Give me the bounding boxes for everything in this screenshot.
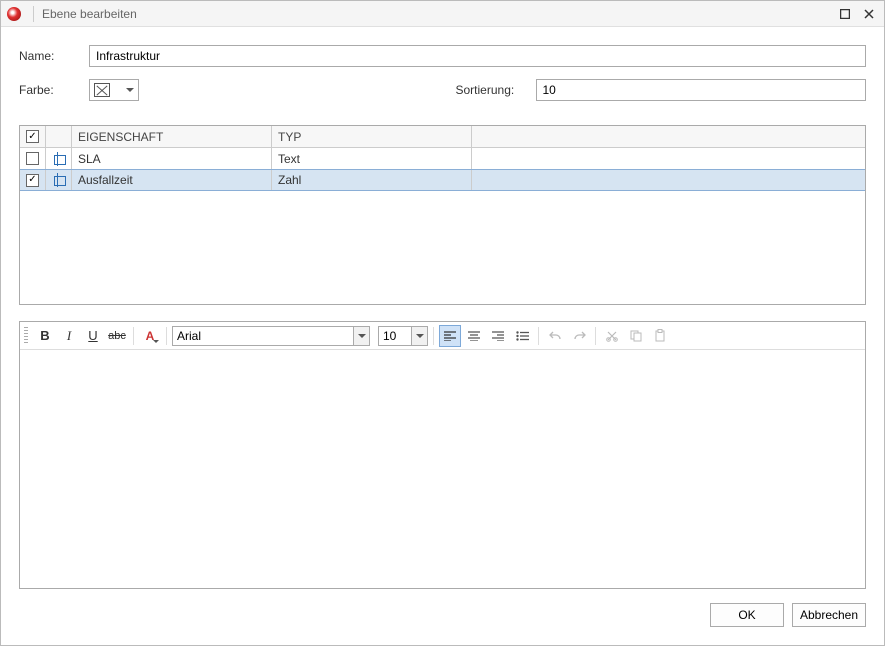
- close-button[interactable]: [860, 5, 878, 23]
- sort-label: Sortierung:: [456, 83, 536, 97]
- sort-input[interactable]: [536, 79, 867, 101]
- align-left-button[interactable]: [439, 325, 461, 347]
- strikethrough-button[interactable]: abc: [106, 325, 128, 347]
- grid-body: SLA Text Ausfallzeit Zahl: [20, 148, 865, 304]
- cancel-button[interactable]: Abbrechen: [792, 603, 866, 627]
- table-row[interactable]: SLA Text: [20, 148, 865, 170]
- align-left-icon: [444, 331, 456, 341]
- chevron-down-icon: [126, 88, 134, 92]
- cut-button[interactable]: [601, 325, 623, 347]
- name-input[interactable]: [89, 45, 866, 67]
- property-icon: [52, 153, 66, 165]
- row-property: Ausfallzeit: [72, 170, 272, 190]
- align-center-icon: [468, 331, 480, 341]
- editor-textarea[interactable]: [20, 350, 865, 588]
- window-title: Ebene bearbeiten: [42, 7, 137, 21]
- color-swatch-none-icon: [94, 83, 110, 97]
- name-label: Name:: [19, 49, 89, 63]
- copy-icon: [630, 330, 642, 342]
- font-family-dropdown[interactable]: [353, 327, 369, 345]
- italic-button[interactable]: I: [58, 325, 80, 347]
- close-icon: [864, 9, 874, 19]
- bold-button[interactable]: B: [34, 325, 56, 347]
- header-property[interactable]: EIGENSCHAFT: [72, 126, 272, 147]
- header-checkbox[interactable]: [26, 130, 39, 143]
- bullet-list-icon: [516, 331, 529, 341]
- row-checkbox[interactable]: [26, 174, 39, 187]
- chevron-down-icon: [416, 334, 424, 338]
- align-right-icon: [492, 331, 504, 341]
- grid-header: EIGENSCHAFT TYP: [20, 126, 865, 148]
- align-center-button[interactable]: [463, 325, 485, 347]
- row-type: Text: [272, 148, 472, 169]
- align-right-button[interactable]: [487, 325, 509, 347]
- table-row[interactable]: Ausfallzeit Zahl: [20, 169, 865, 191]
- chevron-down-icon: [153, 340, 159, 343]
- font-family-input[interactable]: [173, 327, 353, 345]
- undo-icon: [549, 330, 562, 342]
- toolbar-grip-icon: [24, 327, 28, 345]
- maximize-button[interactable]: [836, 5, 854, 23]
- font-color-button[interactable]: A: [139, 325, 161, 347]
- redo-icon: [573, 330, 586, 342]
- row-type: Zahl: [272, 170, 472, 190]
- paste-icon: [654, 329, 666, 342]
- font-size-dropdown[interactable]: [411, 327, 427, 345]
- editor-toolbar: B I U abc A: [20, 322, 865, 350]
- color-picker[interactable]: [89, 79, 139, 101]
- underline-button[interactable]: U: [82, 325, 104, 347]
- row-property: SLA: [72, 148, 272, 169]
- font-family-combo[interactable]: [172, 326, 370, 346]
- header-type[interactable]: TYP: [272, 126, 472, 147]
- paste-button[interactable]: [649, 325, 671, 347]
- chevron-down-icon: [358, 334, 366, 338]
- scissors-icon: [606, 330, 618, 342]
- undo-button[interactable]: [544, 325, 566, 347]
- titlebar: Ebene bearbeiten: [1, 1, 884, 27]
- redo-button[interactable]: [568, 325, 590, 347]
- maximize-icon: [840, 9, 850, 19]
- titlebar-separator: [33, 6, 34, 22]
- ok-button[interactable]: OK: [710, 603, 784, 627]
- color-label: Farbe:: [19, 83, 89, 97]
- bullet-list-button[interactable]: [511, 325, 533, 347]
- property-icon: [52, 174, 66, 186]
- header-check-column[interactable]: [20, 126, 46, 147]
- header-icon-column: [46, 126, 72, 147]
- rich-text-editor: B I U abc A: [19, 321, 866, 589]
- row-checkbox[interactable]: [26, 152, 39, 165]
- properties-grid: EIGENSCHAFT TYP SLA Text Ausfallzeit Zah…: [19, 125, 866, 305]
- copy-button[interactable]: [625, 325, 647, 347]
- app-icon: [7, 7, 21, 21]
- font-size-input[interactable]: [379, 327, 411, 345]
- font-size-combo[interactable]: [378, 326, 428, 346]
